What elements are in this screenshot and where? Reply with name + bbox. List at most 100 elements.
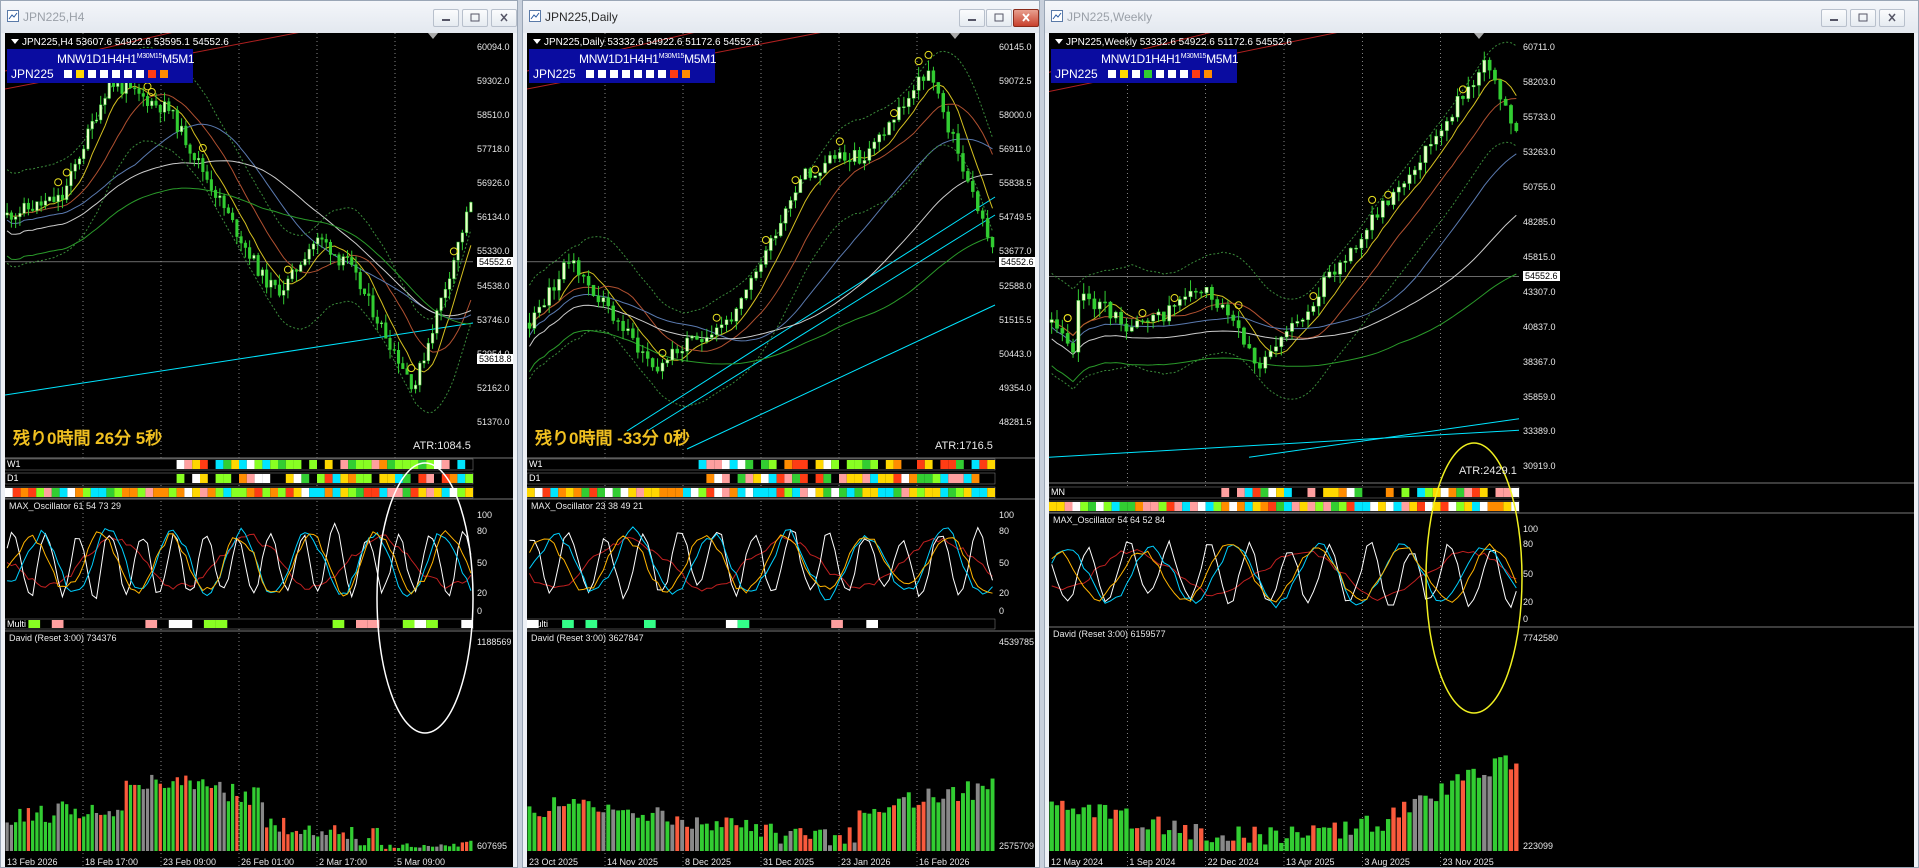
candle-body <box>18 213 22 218</box>
chart-canvas[interactable]: JPN225,Weekly 53332.6 54922.6 51172.6 54… <box>1049 33 1914 867</box>
volume-bar <box>286 834 290 851</box>
maximize-button[interactable] <box>986 9 1012 27</box>
multi-cell <box>203 620 216 628</box>
volume-bar <box>729 818 734 851</box>
window-titlebar[interactable]: JPN225,H4 <box>1 1 517 33</box>
window-titlebar[interactable]: JPN225,Weekly <box>1045 1 1918 33</box>
heat-cell <box>1213 502 1222 511</box>
chart-canvas[interactable]: JPN225,Daily 53332.6 54922.6 51172.6 545… <box>527 33 1035 867</box>
candle-body <box>892 119 896 123</box>
volume-bar <box>1439 783 1444 851</box>
heat-cell <box>418 474 427 483</box>
volume-bar <box>1348 834 1353 851</box>
volume-bar <box>460 842 464 851</box>
minimize-button[interactable] <box>433 9 459 27</box>
candle-body <box>650 358 655 368</box>
candle-body <box>847 160 852 162</box>
heat-cell <box>987 488 995 497</box>
minimize-button[interactable] <box>1821 9 1847 27</box>
candle-body <box>744 289 748 299</box>
chart-window-daily[interactable]: JPN225,Daily JPN225,Daily 53332.6 54922.… <box>522 0 1040 868</box>
volume-bar <box>591 807 596 851</box>
candle-body <box>192 153 196 161</box>
volume-bar <box>209 787 213 851</box>
volume-bar <box>552 797 557 851</box>
heat-cell <box>176 474 185 483</box>
multi-cell <box>215 620 228 628</box>
candle-body <box>307 248 311 260</box>
heat-cell <box>1362 502 1371 511</box>
price-axis-label: 50443.0 <box>999 348 1032 359</box>
candle-body <box>576 260 581 276</box>
heat-cell <box>59 488 68 497</box>
volume-bar <box>665 821 670 851</box>
dropdown-triangle-icon[interactable] <box>1055 39 1063 44</box>
volume-bar <box>882 812 887 851</box>
candle-body <box>690 335 694 339</box>
chart-canvas[interactable]: JPN225,H4 53607.6 54922.6 53595.1 54552.… <box>5 33 513 867</box>
close-button[interactable] <box>1879 9 1905 27</box>
volume-bar <box>354 838 358 851</box>
window-titlebar[interactable]: JPN225,Daily <box>523 1 1039 33</box>
candle-body <box>700 339 704 343</box>
maximize-button[interactable] <box>462 9 488 27</box>
candle-body <box>39 201 43 206</box>
heat-cell <box>129 488 138 497</box>
volume-bar <box>18 808 22 851</box>
heat-cell <box>379 488 388 497</box>
heat-cell <box>1331 502 1339 511</box>
maximize-button[interactable] <box>1850 9 1876 27</box>
price-axis-label: 38367.0 <box>1523 356 1556 367</box>
candle-body <box>542 305 546 308</box>
heat-cell <box>1479 488 1488 497</box>
volume-min-label: 607695 <box>477 841 508 851</box>
heat-cell <box>1174 502 1183 511</box>
scroll-marker-icon[interactable] <box>950 33 960 39</box>
volume-bar <box>586 801 591 851</box>
heat-cell <box>1417 502 1425 511</box>
heat-cell <box>114 488 122 497</box>
candle-body <box>231 212 235 221</box>
oscillator-level-label: 100 <box>999 510 1015 520</box>
volume-bar <box>205 786 209 851</box>
volume-bar <box>1049 801 1054 851</box>
volume-bar <box>1199 828 1204 851</box>
volume-bar <box>931 797 936 851</box>
scroll-marker-icon[interactable] <box>1474 33 1484 39</box>
candle-body <box>882 134 886 136</box>
oscillator-line <box>529 535 993 592</box>
volume-bar <box>201 779 205 851</box>
volume-bar <box>456 846 460 851</box>
chart-window-weekly[interactable]: JPN225,Weekly JPN225,Weekly 53332.6 5492… <box>1044 0 1919 868</box>
heat-cell <box>753 474 761 483</box>
heat-cell <box>223 460 232 469</box>
chart-window-h4[interactable]: JPN225,H4 JPN225,H4 53607.6 54922.6 5359… <box>0 0 518 868</box>
scroll-marker-icon[interactable] <box>428 33 438 39</box>
close-button[interactable] <box>1013 9 1039 27</box>
dropdown-triangle-icon[interactable] <box>533 39 541 44</box>
volume-bar <box>260 802 265 851</box>
candle-body <box>188 144 192 154</box>
minimize-button[interactable] <box>959 9 985 27</box>
candle-body <box>1268 350 1273 358</box>
heat-cell <box>200 460 208 469</box>
volume-bar <box>857 810 862 851</box>
candle-body <box>460 232 464 243</box>
oscillator-line <box>529 526 993 600</box>
candle-body <box>862 160 867 164</box>
heat-cell <box>285 474 294 483</box>
chart-window-icon <box>7 10 19 22</box>
candle-body <box>714 327 719 336</box>
date-axis-label: 13 Feb 2026 <box>7 857 58 867</box>
volume-bar <box>1311 825 1316 851</box>
heat-cell <box>589 488 598 497</box>
volume-bar <box>1108 818 1113 851</box>
candle-body <box>73 163 77 172</box>
signal-circle <box>407 364 416 373</box>
heat-cell <box>1299 502 1308 511</box>
volume-bar <box>269 818 273 851</box>
volume-bar <box>1241 837 1247 851</box>
dropdown-triangle-icon[interactable] <box>11 39 19 44</box>
close-button[interactable] <box>491 9 517 27</box>
candle-body <box>358 272 362 290</box>
